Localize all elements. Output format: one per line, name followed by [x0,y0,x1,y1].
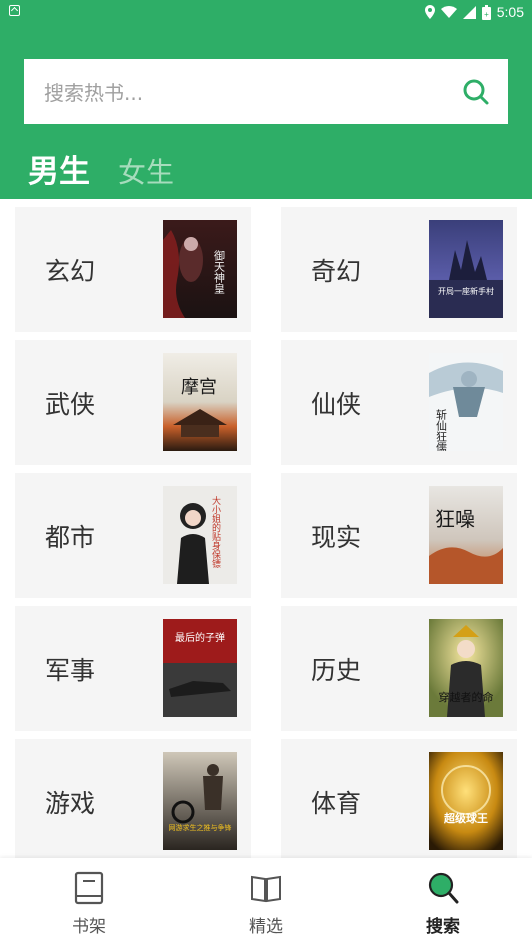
category-label: 体育 [311,788,362,818]
book-cover: 最后的子弹 [163,619,237,717]
open-book-icon [251,875,281,903]
book-cover: 御天神皇 [163,220,237,318]
category-card-xianxia[interactable]: 仙侠 斩仙狂儒 [281,340,517,465]
cover-title: 狂噪 [435,507,475,531]
cover-title: 大小姐的贴身保镖 [210,495,221,569]
category-label: 游戏 [45,788,96,818]
book-cover: 大小姐的贴身保镖 [163,486,237,584]
status-time: 5:05 [496,4,524,20]
nav-label: 精选 [249,917,283,937]
book-cover: 斩仙狂儒 [429,353,503,451]
wifi-icon [440,6,457,18]
svg-text:+: + [484,10,489,19]
category-label: 都市 [45,522,96,552]
cover-title: 网游求生之推与争锋 [169,823,232,832]
book-cover: 穿越者的命 [429,619,503,717]
category-card-xianshi[interactable]: 现实 狂噪 [281,473,517,598]
category-label: 军事 [45,655,96,685]
cover-title: 超级球王 [443,811,488,825]
category-label: 仙侠 [311,389,362,419]
category-card-xuanhuan[interactable]: 玄幻 御天神皇 [15,207,251,332]
status-bar: + 5:05 [0,0,532,24]
category-card-tiyu[interactable]: 体育 超级球王 [281,739,517,864]
cover-title: 最后的子弹 [175,631,225,644]
category-label: 历史 [311,655,362,685]
tab-male[interactable]: 男生 [28,146,90,191]
book-cover: 开局一座新手村 [429,220,503,318]
nav-featured[interactable]: 精选 [206,858,326,944]
book-cover: 摩宫 [163,353,237,451]
battery-icon: + [481,4,491,20]
category-card-junshi[interactable]: 军事 最后的子弹 [15,606,251,731]
category-card-wuxia[interactable]: 武侠 摩宫 [15,340,251,465]
book-cover: 狂噪 [429,486,503,584]
cover-title: 穿越者的命 [439,690,494,704]
book-cover: 超级球王 [429,752,503,850]
category-card-qihuan[interactable]: 奇幻 开局一座新手村 [281,207,517,332]
search-bar [24,59,508,126]
nav-label: 搜索 [426,917,460,937]
category-card-youxi[interactable]: 游戏 网游求生之推与争锋 [15,739,251,864]
search-input[interactable] [42,59,446,126]
nav-bookshelf[interactable]: 书架 [29,858,149,944]
notification-icon [9,5,20,16]
cover-title: 开局一座新手村 [438,286,494,296]
gender-tabs: 男生 女生 [28,146,174,191]
category-label: 武侠 [45,389,96,419]
cover-title: 摩宫 [181,377,217,398]
search-icon [428,872,459,904]
book-cover: 网游求生之推与争锋 [163,752,237,850]
bottom-nav: 书架 精选 搜索 [0,858,532,944]
category-label: 奇幻 [311,256,362,286]
category-label: 玄幻 [45,256,96,286]
cover-title: 斩仙狂儒 [435,408,448,451]
book-icon [74,871,104,905]
cover-title: 御天神皇 [213,249,226,294]
nav-search[interactable]: 搜索 [383,858,503,944]
search-icon[interactable] [462,78,490,106]
tab-female[interactable]: 女生 [118,151,174,191]
location-icon [424,5,435,19]
category-label: 现实 [311,522,362,552]
header: 男生 女生 [0,24,532,199]
nav-label: 书架 [72,917,106,937]
category-card-lishi[interactable]: 历史 穿越者的命 [281,606,517,731]
signal-icon [462,5,476,19]
status-icons: + 5:05 [424,2,524,22]
category-card-dushi[interactable]: 都市 大小姐的贴身保镖 [15,473,251,598]
